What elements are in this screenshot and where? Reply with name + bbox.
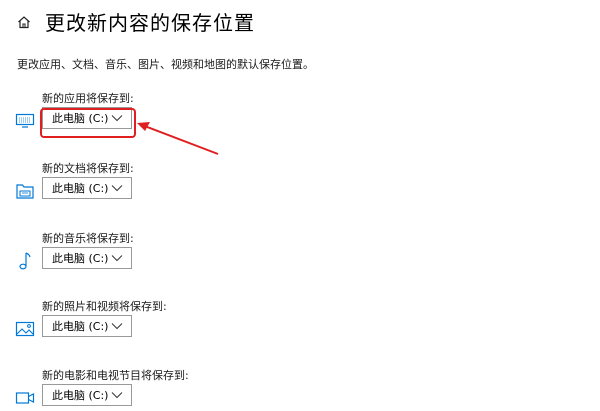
save-location-dropdown-photos-videos[interactable]: 此电脑 (C:): [42, 315, 132, 337]
save-location-dropdown-music[interactable]: 此电脑 (C:): [42, 247, 132, 269]
dropdown-value: 此电脑 (C:): [52, 389, 109, 402]
setting-label: 新的电影和电视节目将保存到:: [42, 369, 189, 382]
dropdown-value: 此电脑 (C:): [52, 112, 109, 125]
dropdown-value: 此电脑 (C:): [52, 182, 109, 195]
folder-icon: [14, 182, 36, 200]
dropdown-value: 此电脑 (C:): [52, 320, 109, 333]
picture-icon: [14, 320, 36, 338]
dropdown-value: 此电脑 (C:): [52, 252, 109, 265]
save-location-dropdown-documents[interactable]: 此电脑 (C:): [42, 177, 132, 199]
page-title: 更改新内容的保存位置: [45, 10, 255, 35]
monitor-icon: [14, 112, 36, 130]
page-description: 更改应用、文档、音乐、图片、视频和地图的默认保存位置。: [17, 58, 314, 71]
save-location-dropdown-movies-tv[interactable]: 此电脑 (C:): [42, 384, 132, 406]
chevron-down-icon: [111, 321, 123, 331]
home-icon[interactable]: [17, 14, 31, 29]
chevron-down-icon: [111, 113, 123, 123]
video-icon: [14, 389, 36, 407]
music-note-icon: [14, 252, 36, 270]
annotation-arrow-icon: [137, 122, 219, 155]
chevron-down-icon: [111, 183, 123, 193]
title-row: 更改新内容的保存位置: [17, 6, 255, 36]
chevron-down-icon: [111, 253, 123, 263]
save-location-dropdown-apps[interactable]: 此电脑 (C:): [42, 107, 132, 129]
setting-label: 新的音乐将保存到:: [42, 232, 134, 245]
setting-label: 新的文档将保存到:: [42, 162, 134, 175]
chevron-down-icon: [111, 390, 123, 400]
setting-label: 新的应用将保存到:: [42, 92, 134, 105]
settings-page: 更改新内容的保存位置 更改应用、文档、音乐、图片、视频和地图的默认保存位置。 新…: [0, 0, 600, 411]
setting-label: 新的照片和视频将保存到:: [42, 300, 167, 313]
